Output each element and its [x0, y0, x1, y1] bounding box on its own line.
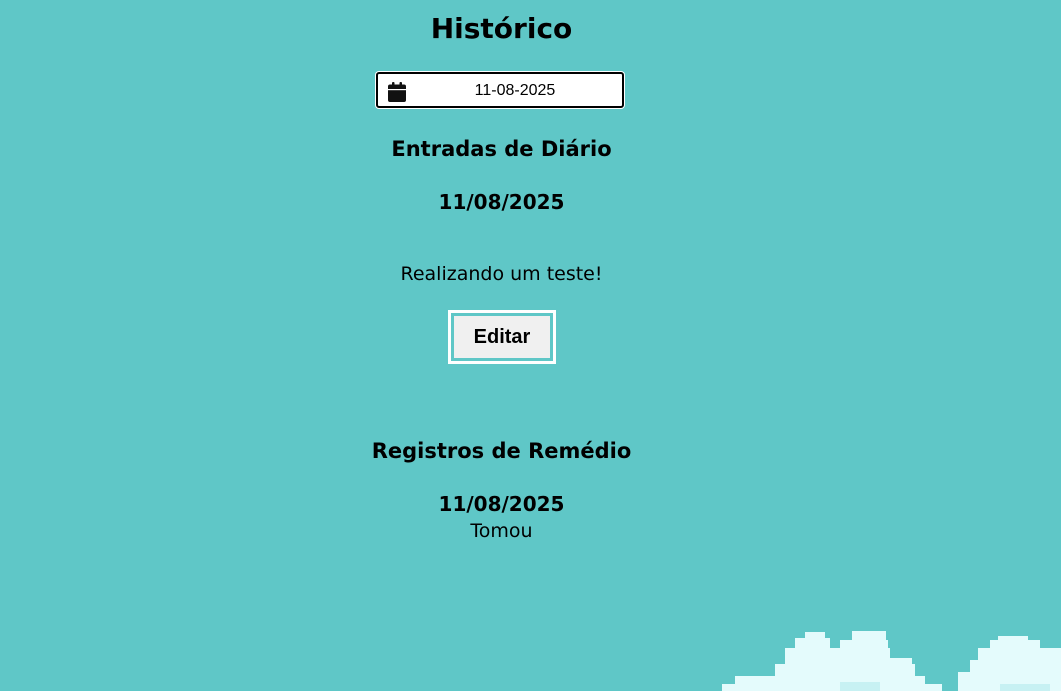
medicine-records-heading: Registros de Remédio	[371, 439, 632, 463]
date-picker-value: 11-08-2025	[474, 82, 556, 99]
diary-entries-heading: Entradas de Diário	[391, 137, 612, 161]
edit-button-frame: Editar	[448, 310, 556, 364]
diary-entry-text: Realizando um teste!	[400, 263, 603, 285]
calendar-icon[interactable]	[388, 82, 406, 102]
medicine-record-status: Tomou	[470, 520, 533, 542]
date-picker-input[interactable]: 11-08-2025	[376, 72, 624, 108]
medicine-record-date: 11/08/2025	[438, 492, 565, 516]
diary-entry-date: 11/08/2025	[438, 190, 565, 214]
edit-entry-button[interactable]: Editar	[454, 316, 550, 358]
page-title: Histórico	[430, 12, 573, 45]
